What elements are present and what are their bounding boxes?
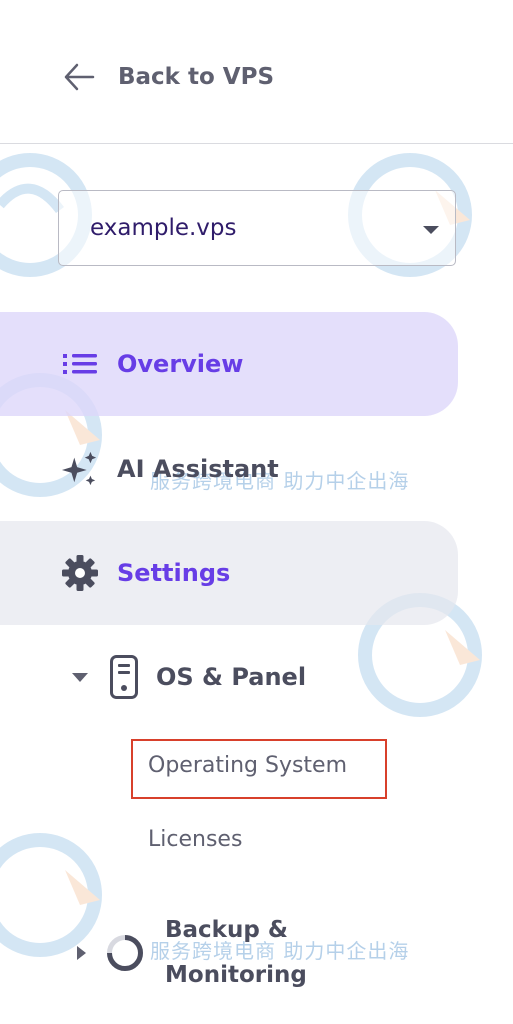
sub-item-operating-system[interactable]: Operating System <box>148 753 347 778</box>
progress-ring-icon <box>105 933 145 973</box>
chevron-down-icon <box>423 226 439 234</box>
server-select[interactable]: example.vps <box>58 190 456 266</box>
chevron-down-icon <box>72 672 88 682</box>
nav-item-overview[interactable]: Overview <box>61 345 243 383</box>
nav-item-backup-monitoring[interactable]: Backup & Monitoring <box>77 908 307 998</box>
list-icon <box>61 345 99 383</box>
nav-item-settings-label: Settings <box>117 559 231 587</box>
chevron-right-icon <box>77 946 86 960</box>
back-to-vps-label: Back to VPS <box>118 64 275 90</box>
nav-item-ai-assistant-label: AI Assistant <box>117 455 279 483</box>
server-select-value: example.vps <box>90 215 237 241</box>
backup-label-line2: Monitoring <box>165 962 307 988</box>
header-divider <box>0 143 513 144</box>
sparkles-icon <box>61 450 99 488</box>
backup-label-line1: Backup & <box>165 917 288 943</box>
gear-icon <box>61 554 99 592</box>
server-icon <box>110 655 138 699</box>
nav-item-ai-assistant[interactable]: AI Assistant <box>61 450 279 488</box>
nav-item-settings[interactable]: Settings <box>61 554 230 592</box>
arrow-left-icon <box>64 63 95 91</box>
nav-item-os-panel-label: OS & Panel <box>156 663 307 691</box>
back-to-vps-link[interactable]: Back to VPS <box>62 56 274 98</box>
vps-sidebar: 服务跨境电商 助力中企出海 服务跨境电商 助力中企出海 Back to VPS … <box>0 0 513 1024</box>
nav-item-overview-label: Overview <box>117 350 244 378</box>
sub-item-licenses[interactable]: Licenses <box>148 827 242 852</box>
nav-item-backup-monitoring-label: Backup & Monitoring <box>165 908 307 998</box>
nav-item-os-panel[interactable]: OS & Panel <box>72 655 306 699</box>
